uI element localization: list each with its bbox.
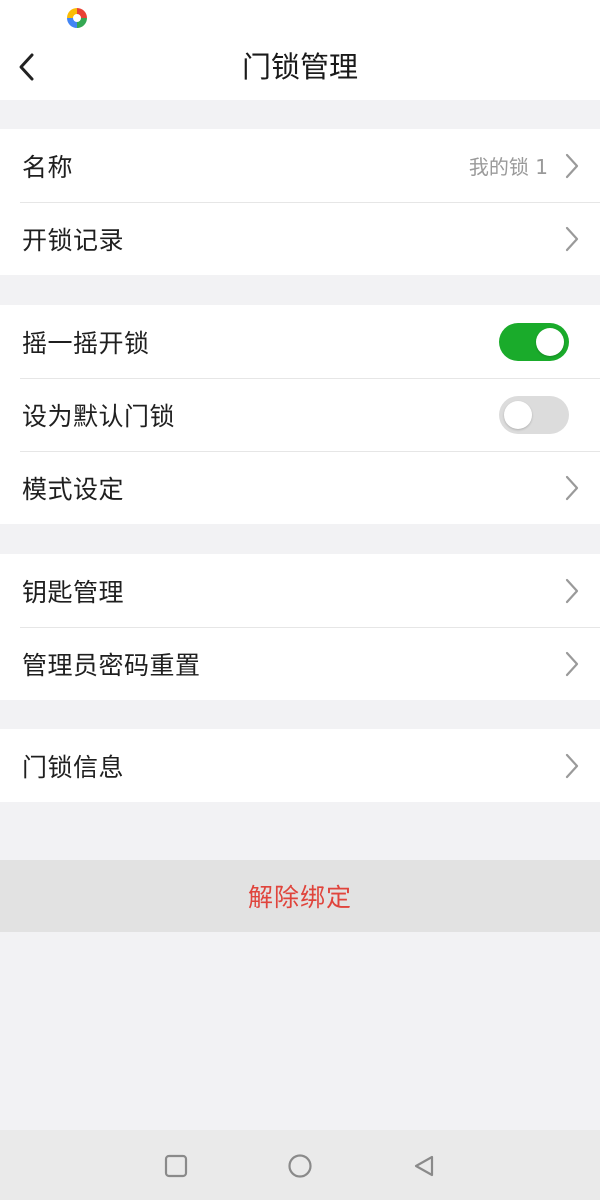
key-management-label: 钥匙管理 (22, 577, 125, 607)
name-value: 我的锁 1 (468, 155, 548, 179)
default-lock-label: 设为默认门锁 (22, 401, 176, 431)
unlock-records-row[interactable]: 开锁记录 (0, 202, 600, 275)
shake-unlock-toggle[interactable] (499, 322, 569, 361)
back-arrow-icon (19, 53, 34, 81)
chevron-right-icon (564, 225, 580, 253)
toggle-knob (536, 327, 564, 356)
status-bar (0, 0, 600, 34)
unlock-records-label: 开锁记录 (22, 225, 125, 255)
admin-password-reset-row[interactable]: 管理员密码重置 (0, 627, 600, 700)
system-nav-bar (0, 1130, 600, 1200)
chevron-right-icon (564, 577, 580, 605)
shake-unlock-row: 摇一摇开锁 (0, 305, 600, 378)
settings-group-unlock: 摇一摇开锁 设为默认门锁 模式设定 (0, 305, 600, 524)
recent-apps-button[interactable] (160, 1150, 192, 1182)
chevron-right-icon (564, 152, 580, 180)
mode-settings-row[interactable]: 模式设定 (0, 451, 600, 524)
back-button[interactable] (6, 44, 46, 90)
name-label: 名称 (22, 152, 74, 182)
default-lock-toggle[interactable] (499, 395, 569, 434)
top-bar: 门锁管理 (0, 34, 600, 100)
settings-group-keys: 钥匙管理 管理员密码重置 (0, 554, 600, 700)
back-nav-button[interactable] (408, 1150, 440, 1182)
settings-group-info: 门锁信息 (0, 729, 600, 802)
settings-group-basic: 名称 我的锁 1 开锁记录 (0, 129, 600, 275)
app-logo-icon (67, 8, 87, 28)
lock-info-label: 门锁信息 (22, 752, 125, 782)
default-lock-row: 设为默认门锁 (0, 378, 600, 451)
shake-unlock-label: 摇一摇开锁 (22, 328, 150, 358)
chevron-right-icon (564, 650, 580, 678)
mode-settings-label: 模式设定 (22, 474, 125, 504)
toggle-knob (504, 400, 532, 429)
page-title: 门锁管理 (241, 50, 358, 84)
home-button[interactable] (284, 1150, 316, 1182)
circle-icon (288, 1154, 312, 1178)
name-row[interactable]: 名称 我的锁 1 (0, 129, 600, 202)
lock-info-row[interactable]: 门锁信息 (0, 729, 600, 802)
chevron-right-icon (564, 752, 580, 780)
unbind-button[interactable]: 解除绑定 (0, 860, 600, 932)
chevron-right-icon (564, 474, 580, 502)
triangle-back-icon (414, 1155, 434, 1177)
admin-password-reset-label: 管理员密码重置 (22, 650, 201, 680)
square-icon (164, 1154, 188, 1178)
key-management-row[interactable]: 钥匙管理 (0, 554, 600, 627)
